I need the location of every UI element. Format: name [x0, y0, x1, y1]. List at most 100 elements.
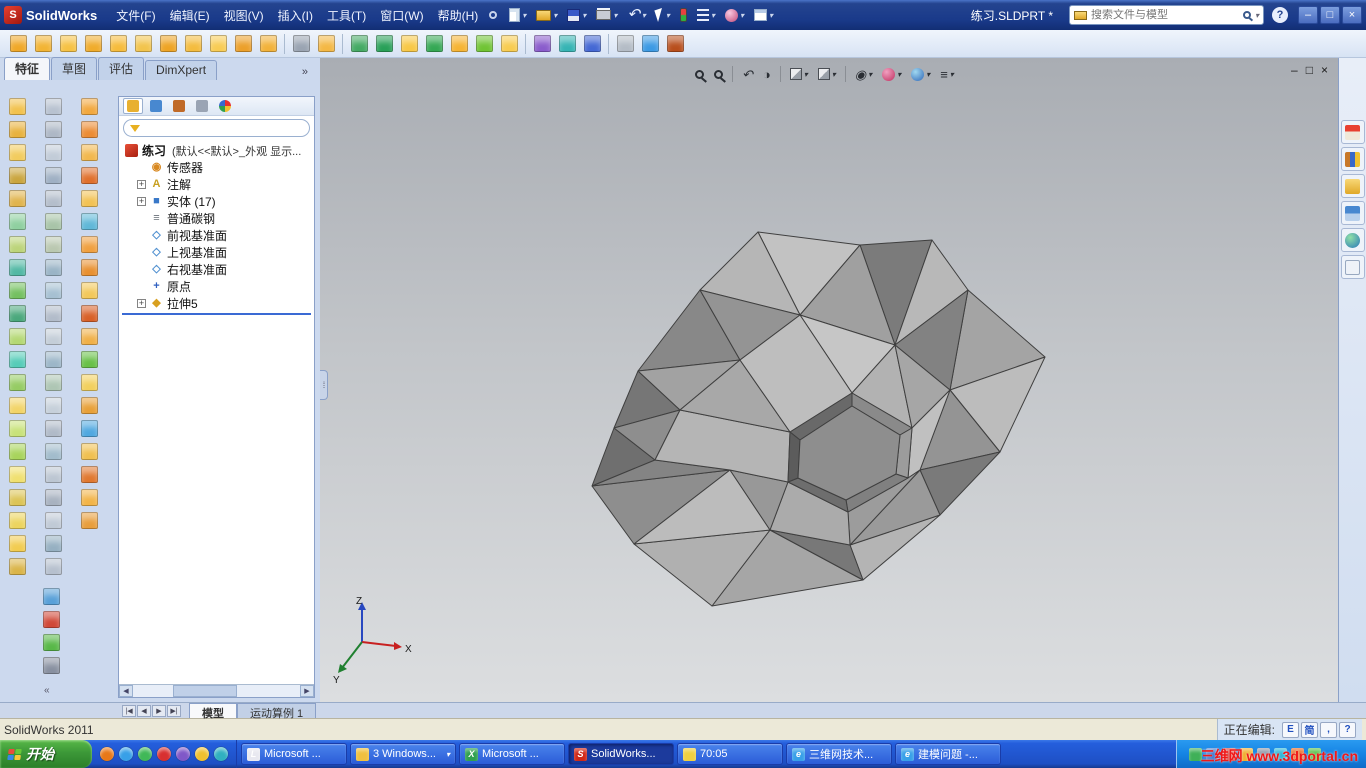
view-orientation-button[interactable]: ▾	[787, 63, 811, 85]
tool-icon[interactable]	[77, 234, 101, 255]
caret-down-icon[interactable]: ▾	[832, 70, 836, 79]
tool-icon[interactable]	[131, 32, 155, 56]
expand-icon[interactable]: +	[137, 299, 146, 308]
language-bar-icon[interactable]: E	[1282, 721, 1299, 738]
rebuild-button[interactable]	[676, 4, 691, 26]
caret-down-icon[interactable]: ▾	[926, 70, 930, 79]
tree-item[interactable]: + 原点	[119, 278, 314, 295]
tool-icon[interactable]	[5, 119, 29, 140]
tool-icon[interactable]	[41, 372, 65, 393]
property-manager-tab[interactable]	[146, 98, 166, 114]
caret-down-icon[interactable]: ▾	[804, 70, 808, 79]
tool-icon[interactable]	[663, 32, 687, 56]
tool-icon[interactable]	[156, 32, 180, 56]
tool-icon[interactable]	[41, 211, 65, 232]
search-icon[interactable]	[1242, 11, 1251, 19]
tool-icon[interactable]	[39, 655, 63, 676]
tool-icon[interactable]	[289, 32, 313, 56]
tool-icon[interactable]	[77, 119, 101, 140]
tool-icon[interactable]	[472, 32, 496, 56]
doc-restore-button[interactable]: □	[1306, 64, 1313, 76]
tool-icon[interactable]	[41, 188, 65, 209]
scroll-right-arrow[interactable]: ▶	[300, 685, 314, 697]
quick-launch-icon[interactable]	[157, 747, 171, 761]
tool-icon[interactable]	[31, 32, 55, 56]
tool-icon[interactable]	[5, 372, 29, 393]
tool-icon[interactable]	[5, 142, 29, 163]
tool-icon[interactable]	[39, 609, 63, 630]
tool-icon[interactable]	[5, 326, 29, 347]
zoom-area-button[interactable]	[711, 63, 726, 85]
print-button[interactable]: ▾	[592, 4, 621, 26]
configuration-manager-tab[interactable]	[169, 98, 189, 114]
tool-icon[interactable]	[181, 32, 205, 56]
tool-icon[interactable]	[39, 586, 63, 607]
tool-icon[interactable]	[613, 32, 637, 56]
tab-DimXpert[interactable]: DimXpert	[145, 60, 218, 80]
tool-icon[interactable]	[41, 418, 65, 439]
maximize-button[interactable]: □	[1320, 6, 1340, 24]
custom-properties-button[interactable]	[1340, 255, 1365, 279]
tool-icon[interactable]	[41, 142, 65, 163]
menu-item[interactable]: 帮助(H)	[431, 4, 486, 27]
tool-icon[interactable]	[231, 32, 255, 56]
options-button[interactable]: ▾	[693, 4, 719, 26]
section-view-button[interactable]: ◑	[760, 63, 774, 85]
tool-icon[interactable]	[77, 165, 101, 186]
tray-icon[interactable]	[1223, 747, 1236, 761]
new-document-button[interactable]: ▾	[505, 4, 530, 26]
tool-icon[interactable]	[41, 395, 65, 416]
tool-icon[interactable]	[638, 32, 662, 56]
menu-item[interactable]: 编辑(E)	[163, 4, 217, 27]
open-button[interactable]: ▾	[532, 4, 561, 26]
tool-icon[interactable]	[77, 510, 101, 531]
display-style-button[interactable]: ▾	[815, 63, 839, 85]
tool-icon[interactable]	[447, 32, 471, 56]
taskbar-task[interactable]: 70:05	[677, 743, 783, 765]
tool-icon[interactable]	[77, 211, 101, 232]
tool-icon[interactable]	[41, 556, 65, 577]
tree-item[interactable]: ◉ 传感器	[119, 159, 314, 176]
tool-icon[interactable]	[41, 441, 65, 462]
taskbar-task[interactable]: e 三维网技术...	[786, 743, 892, 765]
expand-icon[interactable]: +	[137, 197, 146, 206]
tool-icon[interactable]	[77, 418, 101, 439]
language-bar-icon[interactable]: 简	[1301, 721, 1318, 738]
tool-icon[interactable]	[39, 632, 63, 653]
tray-icon[interactable]	[1189, 747, 1202, 761]
tool-icon[interactable]	[5, 556, 29, 577]
zoom-fit-button[interactable]	[692, 63, 707, 85]
tool-icon[interactable]	[77, 303, 101, 324]
tree-item[interactable]: ◇ 上视基准面	[119, 244, 314, 261]
tool-icon[interactable]	[41, 487, 65, 508]
tool-icon[interactable]	[5, 349, 29, 370]
tool-icon[interactable]	[5, 280, 29, 301]
file-explorer-button[interactable]	[1340, 174, 1365, 198]
search-scope-folder-icon[interactable]	[1074, 10, 1087, 20]
help-button[interactable]: ?	[1272, 7, 1288, 23]
tool-icon[interactable]	[77, 142, 101, 163]
edit-appearance-button[interactable]: ▾	[879, 63, 904, 85]
tree-item[interactable]: ◇ 前视基准面	[119, 227, 314, 244]
start-button[interactable]: 开始	[0, 740, 92, 768]
tray-icon[interactable]	[1240, 747, 1253, 761]
filter-input[interactable]	[144, 122, 303, 134]
quick-launch-icon[interactable]	[100, 747, 114, 761]
tree-item[interactable]: + ■ 实体 (17)	[119, 193, 314, 210]
design-library-button[interactable]	[1340, 147, 1365, 171]
search-input[interactable]	[1091, 9, 1239, 21]
tool-icon[interactable]	[372, 32, 396, 56]
menu-item[interactable]: 视图(V)	[217, 4, 271, 27]
tool-icon[interactable]	[5, 165, 29, 186]
doc-close-button[interactable]: ×	[1321, 64, 1328, 76]
scroll-thumb[interactable]	[173, 685, 237, 697]
tool-icon[interactable]	[580, 32, 604, 56]
tool-icon[interactable]	[77, 280, 101, 301]
panel-splitter-grip[interactable]: ⁞	[320, 370, 328, 400]
tool-icon[interactable]	[5, 418, 29, 439]
hide-show-items-button[interactable]: ◉ ▾	[852, 63, 875, 85]
expand-icon[interactable]: +	[137, 180, 146, 189]
tool-icon[interactable]	[256, 32, 280, 56]
search-box[interactable]: ▾	[1069, 5, 1264, 25]
tab-特征[interactable]: 特征	[4, 57, 51, 80]
